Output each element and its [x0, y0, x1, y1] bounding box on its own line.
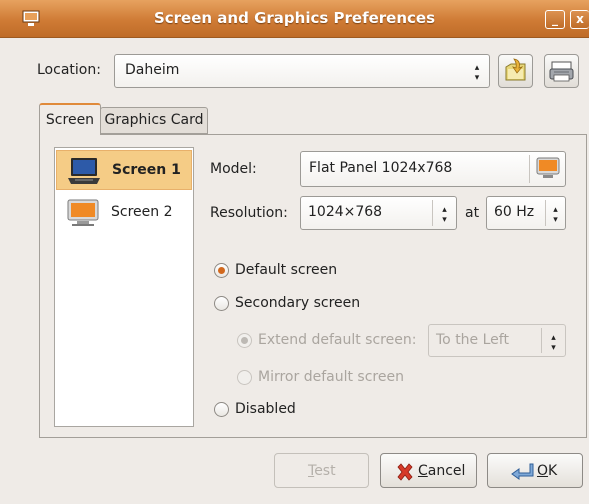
extend-screen-radio[interactable]	[237, 333, 252, 348]
cancel-button-label: Cancel	[418, 463, 466, 479]
mirror-screen-radio[interactable]	[237, 370, 252, 385]
model-combo[interactable]: Flat Panel 1024x768	[300, 151, 566, 187]
resolution-label: Resolution:	[210, 205, 288, 221]
screen-list[interactable]: Screen 1 Screen 2	[54, 147, 194, 427]
tab-graphics-card-label: Graphics Card	[104, 112, 204, 128]
ok-button[interactable]: OK	[487, 453, 583, 488]
tab-screen[interactable]: Screen	[39, 103, 101, 135]
screen-item-label: Screen 1	[112, 162, 181, 178]
default-screen-label: Default screen	[235, 262, 338, 278]
at-label: at	[465, 205, 480, 221]
cancel-icon	[397, 463, 413, 481]
ok-button-label: OK	[537, 463, 558, 479]
tab-graphics-card[interactable]: Graphics Card	[100, 107, 208, 134]
test-button-label: Test	[308, 463, 336, 479]
spin-arrows-icon: ▴ ▾	[545, 200, 565, 226]
location-label: Location:	[37, 62, 101, 78]
spin-arrows-icon: ▴ ▾	[432, 200, 456, 226]
edit-location-button[interactable]	[498, 54, 533, 88]
close-icon: x	[576, 12, 584, 26]
secondary-screen-label: Secondary screen	[235, 295, 361, 311]
resolution-value: 1024×768	[308, 204, 383, 220]
save-location-button[interactable]	[544, 54, 579, 88]
location-value: Daheim	[125, 62, 180, 78]
printer-icon	[549, 61, 574, 82]
laptop-icon	[68, 158, 100, 184]
resolution-combo[interactable]: 1024×768 ▴ ▾	[300, 196, 457, 230]
monitor-icon	[536, 157, 559, 178]
model-dropdown	[529, 155, 565, 183]
refresh-rate-value: 60 Hz	[494, 204, 535, 220]
extend-screen-label: Extend default screen:	[258, 332, 417, 348]
spin-arrows-icon: ▴ ▾	[474, 63, 480, 83]
extend-direction-value: To the Left	[436, 332, 509, 348]
disabled-radio[interactable]	[214, 402, 229, 417]
title-bar: Screen and Graphics Preferences _ x	[0, 0, 589, 38]
refresh-rate-combo[interactable]: 60 Hz ▴ ▾	[486, 196, 566, 230]
close-button[interactable]: x	[570, 10, 589, 29]
enter-arrow-icon	[511, 463, 534, 480]
default-screen-radio[interactable]	[214, 263, 229, 278]
minimize-button[interactable]: _	[545, 10, 565, 29]
mirror-screen-label: Mirror default screen	[258, 369, 404, 385]
window-title: Screen and Graphics Preferences	[153, 9, 436, 27]
cancel-button[interactable]: Cancel	[380, 453, 477, 488]
tab-screen-label: Screen	[45, 112, 95, 128]
screen-item-label: Screen 2	[111, 204, 173, 220]
screen-list-item[interactable]: Screen 2	[56, 193, 192, 233]
model-label: Model:	[210, 161, 257, 177]
test-button[interactable]: Test	[274, 453, 369, 488]
screen-list-item[interactable]: Screen 1	[56, 150, 192, 190]
secondary-screen-radio[interactable]	[214, 296, 229, 311]
extend-direction-combo[interactable]: To the Left ▴ ▾	[428, 324, 566, 357]
disabled-label: Disabled	[235, 401, 296, 417]
model-value: Flat Panel 1024x768	[309, 160, 453, 176]
location-combo[interactable]: Daheim ▴ ▾	[114, 54, 490, 88]
spin-arrows-icon: ▴ ▾	[541, 328, 565, 353]
monitor-icon	[67, 199, 99, 226]
folder-edit-icon	[505, 58, 526, 81]
minimize-icon: _	[552, 12, 558, 26]
